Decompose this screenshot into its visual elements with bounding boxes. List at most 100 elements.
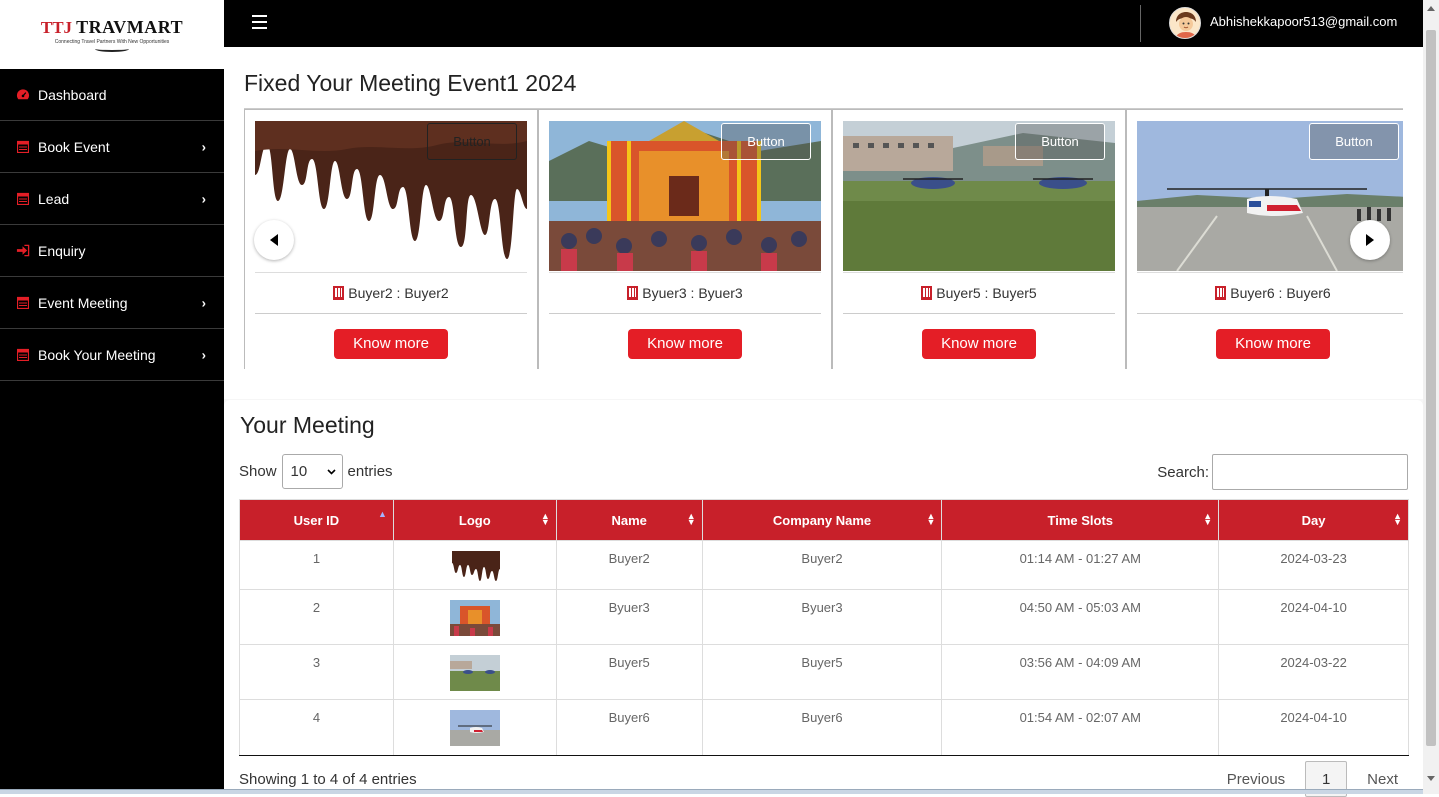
- sidebar-item-enquiry[interactable]: Enquiry: [0, 225, 224, 277]
- building-icon: [627, 286, 639, 300]
- table-header-row: User ID ▲ Logo ▲ ▼ Name ▲ ▼ Company Name ▲ ▼ Ti…: [239, 499, 1409, 541]
- sidebar-item-label: Lead: [38, 190, 70, 207]
- sidebar-item-label: Enquiry: [38, 242, 86, 259]
- cell-day: 2024-04-10: [1218, 699, 1409, 756]
- cell-time-slot: 01:14 AM - 01:27 AM: [941, 540, 1220, 590]
- slide-buyer-name: Buyer6 : Buyer6: [1137, 272, 1403, 314]
- table-row[interactable]: 1 Buyer2 Buyer2 01:14 AM - 01:27 AM 2024…: [239, 540, 1409, 590]
- scroll-up-arrow-icon[interactable]: [1427, 6, 1435, 11]
- know-more-button[interactable]: Know more: [1216, 329, 1330, 359]
- divider: [1140, 5, 1141, 42]
- cell-company: Buyer2: [701, 540, 943, 590]
- table-search: Search:: [1157, 454, 1408, 490]
- slide-buyer-name: Byuer3 : Byuer3: [549, 272, 821, 314]
- sort-icon: ▲ ▼: [926, 511, 936, 527]
- user-email[interactable]: Abhishekkapoor513@gmail.com: [1210, 14, 1397, 29]
- search-input[interactable]: [1212, 454, 1408, 490]
- slide-image: Button: [843, 121, 1115, 271]
- table-row[interactable]: 4 Buyer6 Buyer6 01:54 AM - 02:07 AM 2024…: [239, 699, 1409, 756]
- show-label: Show: [239, 463, 277, 480]
- cell-company: Buyer6: [701, 699, 943, 756]
- cell-time-slot: 04:50 AM - 05:03 AM: [941, 589, 1220, 645]
- next-page-button[interactable]: Next: [1367, 771, 1398, 788]
- column-header-logo[interactable]: Logo ▲ ▼: [392, 499, 557, 541]
- calendar-icon: [16, 192, 30, 206]
- sidebar-item-book-event[interactable]: Book Event ›: [0, 121, 224, 173]
- chevron-right-icon: ›: [201, 347, 206, 362]
- sort-icon: ▲ ▼: [540, 511, 550, 527]
- page-scrollbar[interactable]: [1423, 0, 1439, 794]
- cell-user-id: 3: [239, 644, 394, 700]
- calendar-icon: [16, 140, 30, 154]
- slide-buyer-label: Buyer6 : Buyer6: [1230, 285, 1331, 301]
- know-more-button[interactable]: Know more: [334, 329, 448, 359]
- chevron-right-icon: ›: [201, 139, 206, 154]
- chevron-right-icon: ›: [201, 295, 206, 310]
- cell-time-slot: 03:56 AM - 04:09 AM: [941, 644, 1220, 700]
- chevron-down-icon: [326, 468, 336, 475]
- cell-day: 2024-03-22: [1218, 644, 1409, 700]
- slide-overlay-button[interactable]: Button: [721, 123, 811, 160]
- cell-logo: [392, 699, 557, 756]
- hamburger-menu-icon[interactable]: [252, 15, 267, 29]
- sidebar: TTJ TRAVMART Connecting Travel Partners …: [0, 0, 224, 794]
- logo-name: TRAVMART: [76, 17, 184, 37]
- slide-overlay-button[interactable]: Button: [1015, 123, 1105, 160]
- column-header-name[interactable]: Name ▲ ▼: [555, 499, 703, 541]
- column-header-company-name[interactable]: Company Name ▲ ▼: [701, 499, 943, 541]
- page-length-select[interactable]: 10: [281, 454, 343, 489]
- carousel-prev-button[interactable]: [254, 220, 294, 260]
- table-bottom-border: [239, 755, 1409, 756]
- sidebar-item-event-meeting[interactable]: Event Meeting ›: [0, 277, 224, 329]
- sort-icon: ▲ ▼: [1203, 511, 1213, 527]
- cell-time-slot: 01:54 AM - 02:07 AM: [941, 699, 1220, 756]
- table-row[interactable]: 2 Byuer3 Byuer3 04:50 AM - 05:03 AM 2024…: [239, 589, 1409, 645]
- slide-buyer-label: Buyer2 : Buyer2: [348, 285, 449, 301]
- search-label: Search:: [1157, 463, 1209, 481]
- brand-logo[interactable]: TTJ TRAVMART Connecting Travel Partners …: [0, 0, 224, 69]
- logo-mark: TTJ: [40, 17, 73, 37]
- sidebar-item-dashboard[interactable]: Dashboard: [0, 69, 224, 121]
- carousel-next-button[interactable]: [1350, 220, 1390, 260]
- cell-name: Buyer5: [555, 644, 703, 700]
- know-more-button[interactable]: Know more: [922, 329, 1036, 359]
- chevron-right-icon: [1366, 234, 1374, 246]
- column-header-time-slots[interactable]: Time Slots ▲ ▼: [941, 499, 1220, 541]
- column-header-user-id[interactable]: User ID ▲: [239, 499, 394, 541]
- sidebar-item-lead[interactable]: Lead ›: [0, 173, 224, 225]
- column-header-day[interactable]: Day ▲ ▼: [1218, 499, 1409, 541]
- cell-user-id: 1: [239, 540, 394, 590]
- calendar-icon: [16, 296, 30, 310]
- slide-buyer-name: Buyer5 : Buyer5: [843, 272, 1115, 314]
- know-more-button[interactable]: Know more: [628, 329, 742, 359]
- column-label: Time Slots: [1047, 512, 1114, 528]
- scroll-down-arrow-icon[interactable]: [1427, 776, 1435, 781]
- chevron-right-icon: ›: [201, 191, 206, 206]
- cell-user-id: 4: [239, 699, 394, 756]
- main-content: Fixed Your Meeting Event1 2024 Button Bu…: [224, 47, 1423, 797]
- meetings-table: User ID ▲ Logo ▲ ▼ Name ▲ ▼ Company Name ▲ ▼ Ti…: [239, 499, 1409, 756]
- slide-overlay-button[interactable]: Button: [1309, 123, 1399, 160]
- section-title: Your Meeting: [240, 412, 375, 438]
- sort-icon: ▲ ▼: [1393, 511, 1402, 527]
- sidebar-item-book-your-meeting[interactable]: Book Your Meeting ›: [0, 329, 224, 381]
- cell-name: Buyer6: [555, 699, 703, 756]
- sign-in-icon: [16, 244, 30, 258]
- scrollbar-thumb[interactable]: [1426, 30, 1436, 746]
- carousel-slide: Button Buyer5 : Buyer5 Know more: [832, 109, 1126, 369]
- carousel-slide: Button Byuer3 : Byuer3 Know more: [538, 109, 832, 369]
- cell-logo: [392, 540, 557, 590]
- table-row[interactable]: 3 Buyer5 Buyer5 03:56 AM - 04:09 AM 2024…: [239, 644, 1409, 700]
- your-meeting-card: Your Meeting Show 10 entries Search: Use…: [224, 400, 1423, 797]
- previous-page-button[interactable]: Previous: [1227, 771, 1285, 788]
- cell-user-id: 2: [239, 589, 394, 645]
- cell-name: Byuer3: [555, 589, 703, 645]
- cell-day: 2024-03-23: [1218, 540, 1409, 590]
- slide-overlay-button[interactable]: Button: [427, 123, 517, 160]
- building-icon: [1215, 286, 1227, 300]
- avatar[interactable]: [1169, 7, 1201, 39]
- page-title: Fixed Your Meeting Event1 2024: [244, 70, 577, 96]
- page-length-control: Show 10 entries: [239, 454, 393, 489]
- buyer-carousel[interactable]: Button Buyer2 : Buyer2 Know more Button …: [244, 108, 1403, 369]
- building-icon: [921, 286, 933, 300]
